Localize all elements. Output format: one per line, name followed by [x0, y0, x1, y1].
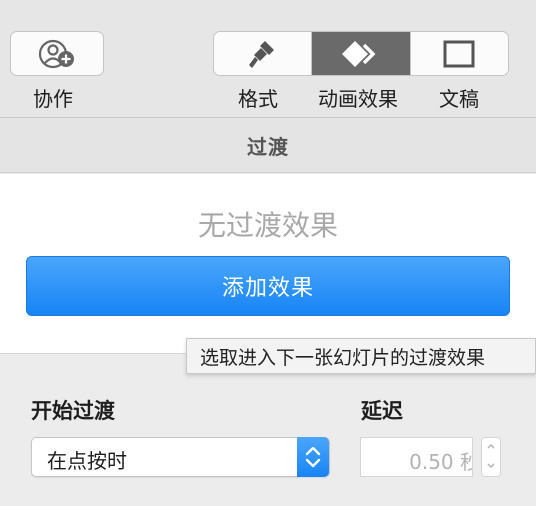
chevron-up-down-icon[interactable] — [297, 437, 329, 477]
format-label: 格式 — [238, 87, 278, 111]
delay-stepper[interactable] — [481, 437, 501, 477]
document-label: 文稿 — [439, 87, 479, 111]
person-plus-icon — [38, 39, 74, 68]
tab-format[interactable] — [214, 32, 313, 75]
no-transition-text: 无过渡效果 — [197, 209, 338, 242]
diamond-arrow-icon — [341, 40, 376, 67]
section-title: 过渡 — [247, 134, 289, 159]
start-transition-label: 开始过渡 — [31, 399, 115, 423]
paintbrush-icon — [248, 40, 274, 68]
collaborate-button[interactable] — [10, 31, 104, 76]
document-square-icon — [443, 40, 475, 67]
delay-value: 0.50 秒 — [409, 450, 473, 474]
collaborate-label: 协作 — [33, 87, 73, 111]
tab-animate[interactable] — [312, 32, 411, 75]
tab-document[interactable] — [410, 32, 508, 75]
tooltip: 选取进入下一张幻灯片的过渡效果 — [186, 338, 536, 374]
stepper-arrows-icon — [487, 443, 495, 469]
start-transition-select[interactable]: 在点按时 — [31, 437, 330, 477]
animate-label: 动画效果 — [318, 87, 398, 111]
delay-label: 延迟 — [361, 399, 403, 423]
start-transition-value: 在点按时 — [47, 449, 127, 473]
add-effect-label: 添加效果 — [221, 276, 314, 301]
section-header: 过渡 — [0, 118, 536, 173]
toolbar: 协作 格式 动画效果 文稿 — [0, 0, 536, 118]
add-effect-button[interactable]: 添加效果 — [26, 256, 510, 316]
inspector-tabs — [213, 31, 509, 76]
transition-panel: 无过渡效果 添加效果 — [0, 174, 536, 354]
delay-field[interactable]: 0.50 秒 — [360, 437, 473, 477]
